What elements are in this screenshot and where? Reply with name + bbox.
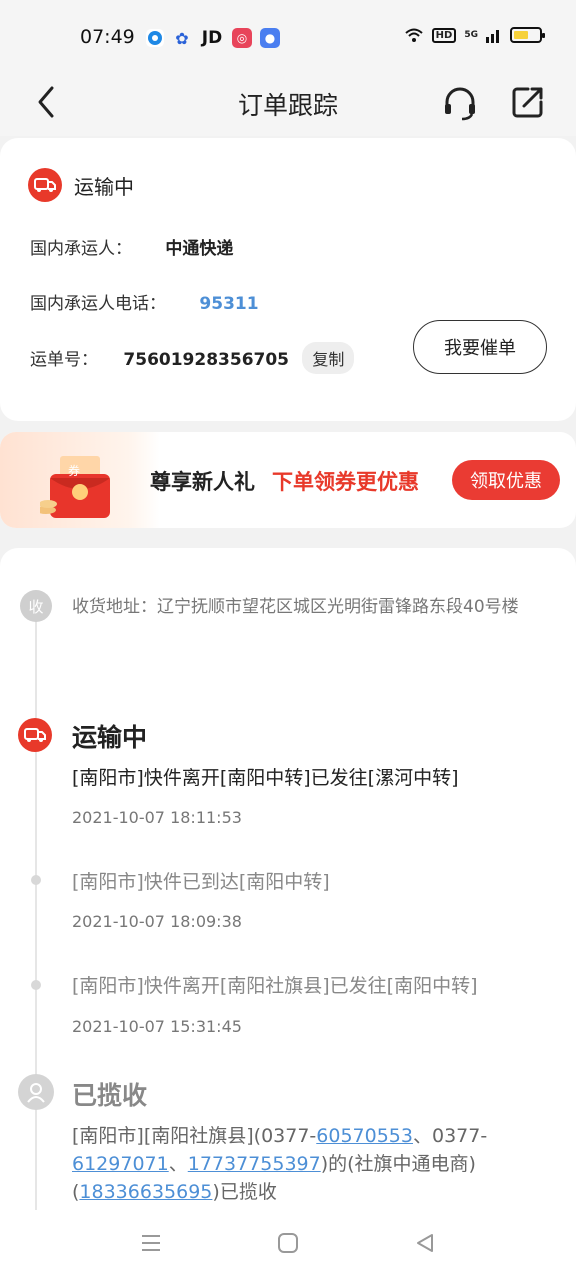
shipment-card: 运输中 国内承运人： 中通快递 国内承运人电话： 95311 运单号： 7560… (0, 138, 576, 421)
courier-icon (18, 1074, 54, 1110)
collected-text: 、 (168, 1153, 188, 1175)
hd-badge: HD (431, 27, 457, 43)
carrier-row: 国内承运人： 中通快递 (30, 234, 233, 259)
collected-text: )已揽收 (212, 1181, 277, 1203)
baidu-paw-icon: ✿ (175, 28, 189, 48)
status-app-icons: ✿ JD ◎ ● (146, 28, 280, 48)
carrier-label: 国内承运人： (30, 239, 132, 259)
phone-link[interactable]: 61297071 (72, 1153, 169, 1175)
tracking-card: 收 收货地址：辽宁抚顺市望花区城区光明街雷锋路东段40号楼 运输中 [南阳市]快… (0, 548, 576, 1228)
camera-app-icon: ◎ (232, 28, 252, 48)
back-triangle-icon[interactable] (414, 1232, 436, 1254)
app-dot-icon (146, 29, 164, 47)
system-nav-bar (0, 1210, 576, 1280)
jd-icon: JD (201, 28, 223, 48)
phone-row: 国内承运人电话： 95311 (30, 289, 259, 314)
signal-icon (486, 30, 499, 43)
home-icon[interactable] (277, 1232, 299, 1254)
red-envelope-icon (40, 456, 110, 518)
tracking-event-time: 2021-10-07 18:11:53 (72, 808, 242, 827)
menu-icon[interactable] (140, 1232, 162, 1254)
tracking-event-text: [南阳市]快件已到达[南阳中转] (72, 871, 330, 893)
claim-coupon-button[interactable]: 领取优惠 (452, 460, 560, 500)
waybill-label: 运单号： (30, 350, 98, 370)
collected-text: [南阳市][南阳社旗县](0377- (72, 1125, 317, 1147)
phone-link[interactable]: 18336635695 (79, 1181, 212, 1203)
truck-icon (28, 168, 62, 202)
share-icon[interactable] (508, 82, 548, 122)
coupon-char: 券 (68, 464, 81, 478)
timeline-dot (31, 980, 41, 990)
delivery-address: 收货地址：辽宁抚顺市望花区城区光明街雷锋路东段40号楼 (72, 597, 519, 617)
collected-detail: [南阳市][南阳社旗县](0377-60570553、0377- 61297071… (72, 1122, 562, 1206)
receive-node-icon: 收 (20, 590, 52, 622)
wifi-icon (405, 28, 423, 42)
phone-link[interactable]: 60570553 (316, 1125, 413, 1147)
status-time: 07:49 (80, 26, 135, 48)
timeline-line (35, 600, 37, 1228)
nav-bar: 订单跟踪 (0, 70, 576, 136)
waybill-number: 75601928356705 (123, 350, 290, 370)
banner-text-1: 尊享新人礼 (150, 470, 255, 494)
collected-text: 、0377- (413, 1125, 488, 1147)
tracking-event-time: 2021-10-07 18:09:38 (72, 912, 242, 931)
phone-label: 国内承运人电话： (30, 294, 166, 314)
current-status-heading: 运输中 (72, 723, 148, 752)
promo-banner[interactable]: 券 尊享新人礼 下单领券更优惠 领取优惠 (0, 432, 576, 528)
tracking-event-text: [南阳市]快件离开[南阳社旗县]已发往[南阳中转] (72, 975, 478, 997)
page-title: 订单跟踪 (237, 91, 338, 120)
shipment-status-label: 运输中 (74, 174, 134, 199)
shipment-status: 运输中 (28, 168, 134, 202)
carrier-phone-link[interactable]: 95311 (199, 294, 258, 314)
headset-icon[interactable] (440, 84, 480, 122)
tracking-event-time: 2021-10-07 15:31:45 (72, 1017, 242, 1036)
carrier-value: 中通快递 (165, 239, 234, 259)
timeline-dot (31, 875, 41, 885)
urge-order-button[interactable]: 我要催单 (413, 320, 547, 374)
banner-text-2: 下单领券更优惠 (272, 470, 419, 494)
status-bar: 07:49 ✿ JD ◎ ● HD 5G (0, 0, 576, 70)
status-right: HD 5G (404, 27, 545, 43)
network-label: 5G (464, 30, 478, 40)
collected-status-heading: 已揽收 (72, 1081, 148, 1110)
phone-link[interactable]: 17737755397 (188, 1153, 321, 1175)
chat-app-icon: ● (260, 28, 280, 48)
battery-icon (510, 27, 545, 43)
truck-icon (18, 718, 52, 752)
waybill-row: 运单号： 75601928356705 复制 (30, 342, 355, 374)
tracking-event-text: [南阳市]快件离开[南阳中转]已发往[漯河中转] (72, 767, 459, 789)
copy-button[interactable]: 复制 (302, 342, 355, 374)
